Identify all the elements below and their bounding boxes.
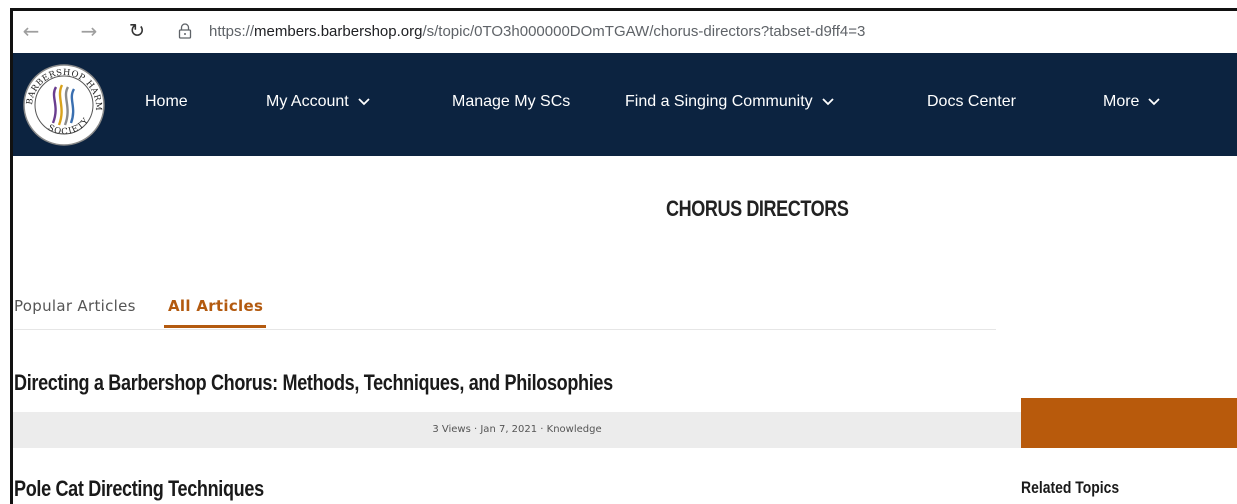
page-title: CHORUS DIRECTORS xyxy=(666,196,849,221)
nav-docs-center-label: Docs Center xyxy=(927,93,1016,110)
reload-icon[interactable]: ↻ xyxy=(125,19,149,43)
chevron-down-icon xyxy=(822,98,834,106)
nav-more-label: More xyxy=(1103,93,1140,110)
article-tabs: Popular Articles All Articles xyxy=(14,297,996,330)
browser-toolbar: ← → ↻ https://members.barbershop.org/s/t… xyxy=(13,11,1237,54)
sidebar-banner xyxy=(1021,398,1237,448)
address-bar[interactable]: https://members.barbershop.org/s/topic/0… xyxy=(209,23,865,40)
tab-popular-articles[interactable]: Popular Articles xyxy=(14,297,136,315)
nav-find-singing-community[interactable]: Find a Singing Community xyxy=(625,93,834,111)
nav-manage-my-scs[interactable]: Manage My SCs xyxy=(452,93,570,111)
url-path: /s/topic/0TO3h000000DOmTGAW/chorus-direc… xyxy=(422,23,866,40)
article-meta-bar: 3 Views · Jan 7, 2021 · Knowledge xyxy=(13,412,1021,448)
url-host: members.barbershop.org xyxy=(254,23,423,40)
related-topics-heading: Related Topics xyxy=(1021,478,1120,497)
window-margin-left xyxy=(0,8,10,504)
nav-docs-center[interactable]: Docs Center xyxy=(927,93,1016,111)
nav-more[interactable]: More xyxy=(1103,93,1161,111)
chevron-down-icon xyxy=(1148,98,1161,106)
barbershop-harmony-society-logo[interactable]: BARBERSHOP HARMONY SOCIETY xyxy=(22,63,106,147)
site-navbar: BARBERSHOP HARMONY SOCIETY Home My Accou… xyxy=(13,53,1237,156)
article-meta: 3 Views · Jan 7, 2021 · Knowledge xyxy=(432,424,602,435)
lock-icon[interactable] xyxy=(178,23,192,39)
nav-home-label: Home xyxy=(145,93,188,110)
nav-manage-my-scs-label: Manage My SCs xyxy=(452,93,571,110)
nav-home[interactable]: Home xyxy=(145,93,188,111)
nav-my-account[interactable]: My Account xyxy=(266,93,370,111)
url-scheme: https:// xyxy=(209,23,255,40)
window-margin-top xyxy=(0,0,1237,8)
nav-my-account-label: My Account xyxy=(266,93,349,110)
article-title-link[interactable]: Directing a Barbershop Chorus: Methods, … xyxy=(14,370,613,396)
article-title-link[interactable]: Pole Cat Directing Techniques xyxy=(14,476,264,502)
tab-all-articles[interactable]: All Articles xyxy=(168,297,263,315)
chevron-down-icon xyxy=(358,98,370,106)
active-tab-indicator xyxy=(164,325,266,328)
nav-find-singing-community-label: Find a Singing Community xyxy=(625,93,813,110)
back-arrow-icon[interactable]: ← xyxy=(19,19,43,43)
forward-arrow-icon[interactable]: → xyxy=(77,19,101,43)
